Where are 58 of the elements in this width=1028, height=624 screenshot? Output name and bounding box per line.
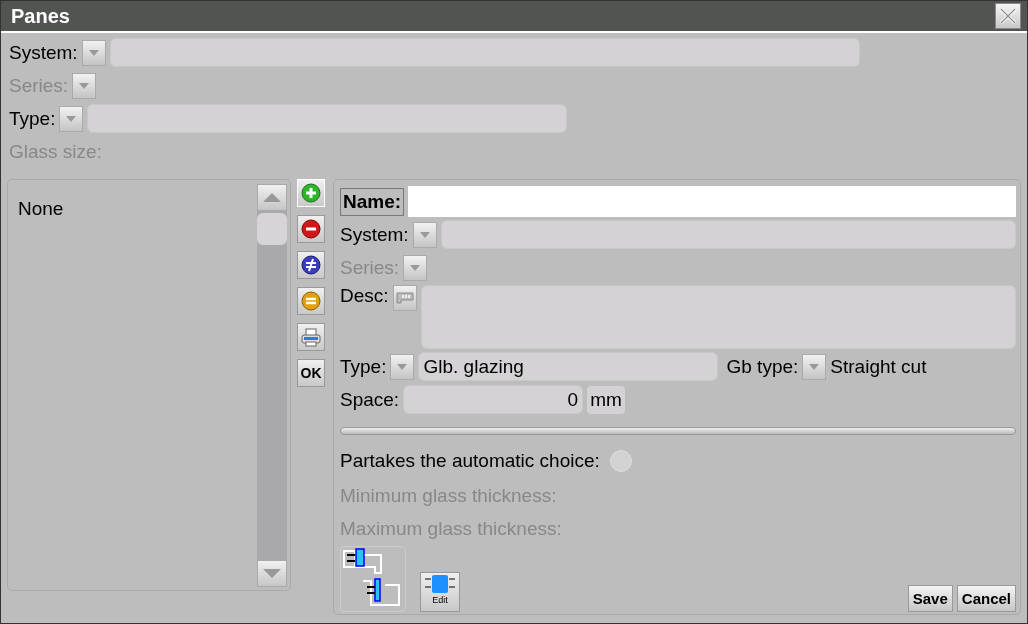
dropdown-button[interactable] <box>59 105 84 132</box>
caret-icon <box>397 363 408 370</box>
field-label: System: <box>340 223 409 246</box>
dropdown-button[interactable] <box>72 72 97 99</box>
unit-label: mm <box>587 385 625 414</box>
radio-button[interactable] <box>609 449 632 472</box>
plus-circle-icon <box>301 183 321 203</box>
add-button[interactable] <box>297 179 325 207</box>
edit-button[interactable]: Edit <box>420 572 460 612</box>
field-label: System: <box>9 41 78 64</box>
field-label: Gb type: <box>726 355 799 378</box>
caret-icon <box>809 363 820 370</box>
name-label: Name: <box>340 187 405 216</box>
dropdown-button[interactable] <box>403 254 428 281</box>
remove-button[interactable] <box>297 215 325 243</box>
gb-type-value: Straight cut <box>830 355 927 378</box>
caret-icon <box>79 82 90 89</box>
caret-icon <box>410 264 421 271</box>
caret-icon <box>419 231 430 238</box>
glass-pane-icon <box>423 573 457 595</box>
not-equal-circle-icon <box>301 255 321 275</box>
close-icon <box>997 5 1019 27</box>
field-label: Desc: <box>340 285 389 307</box>
type-field[interactable]: Glb. glazing <box>418 352 719 381</box>
dropdown-button[interactable] <box>802 353 827 380</box>
frame-profile-button[interactable] <box>340 546 406 612</box>
printer-icon <box>301 327 321 347</box>
caret-icon <box>66 115 77 122</box>
description-button[interactable] <box>392 285 417 311</box>
splitter-bar[interactable] <box>340 427 1016 435</box>
field-label: Space: <box>340 388 400 411</box>
equal-circle-icon <box>301 291 321 311</box>
scrollbar-thumb[interactable] <box>257 213 287 245</box>
close-button[interactable] <box>995 3 1021 29</box>
field-label: Type: <box>340 355 387 378</box>
space-field[interactable]: 0 <box>403 385 584 414</box>
print-button[interactable] <box>297 323 325 351</box>
scrollbar[interactable] <box>257 184 287 587</box>
scroll-up-button[interactable] <box>257 184 287 211</box>
save-button[interactable]: Save <box>907 585 953 612</box>
up-arrow-icon <box>263 193 281 202</box>
dropdown-button[interactable] <box>390 353 415 380</box>
caret-icon <box>88 49 99 56</box>
name-input[interactable] <box>408 186 1016 217</box>
ok-button[interactable]: OK <box>297 359 325 387</box>
dropdown-button[interactable] <box>412 221 437 248</box>
down-arrow-icon <box>263 569 281 578</box>
not-equal-button[interactable] <box>297 251 325 279</box>
equal-button[interactable] <box>297 287 325 315</box>
scroll-down-button[interactable] <box>257 560 287 587</box>
window-title: Panes <box>11 4 70 28</box>
minus-circle-icon <box>301 219 321 239</box>
dropdown-button[interactable] <box>81 39 106 66</box>
list-item[interactable]: None <box>18 196 257 222</box>
cancel-button[interactable]: Cancel <box>956 585 1016 612</box>
field-label: Type: <box>9 107 56 130</box>
comment-icon <box>395 292 414 304</box>
checkbox-label: Partakes the automatic choice: <box>340 449 600 472</box>
